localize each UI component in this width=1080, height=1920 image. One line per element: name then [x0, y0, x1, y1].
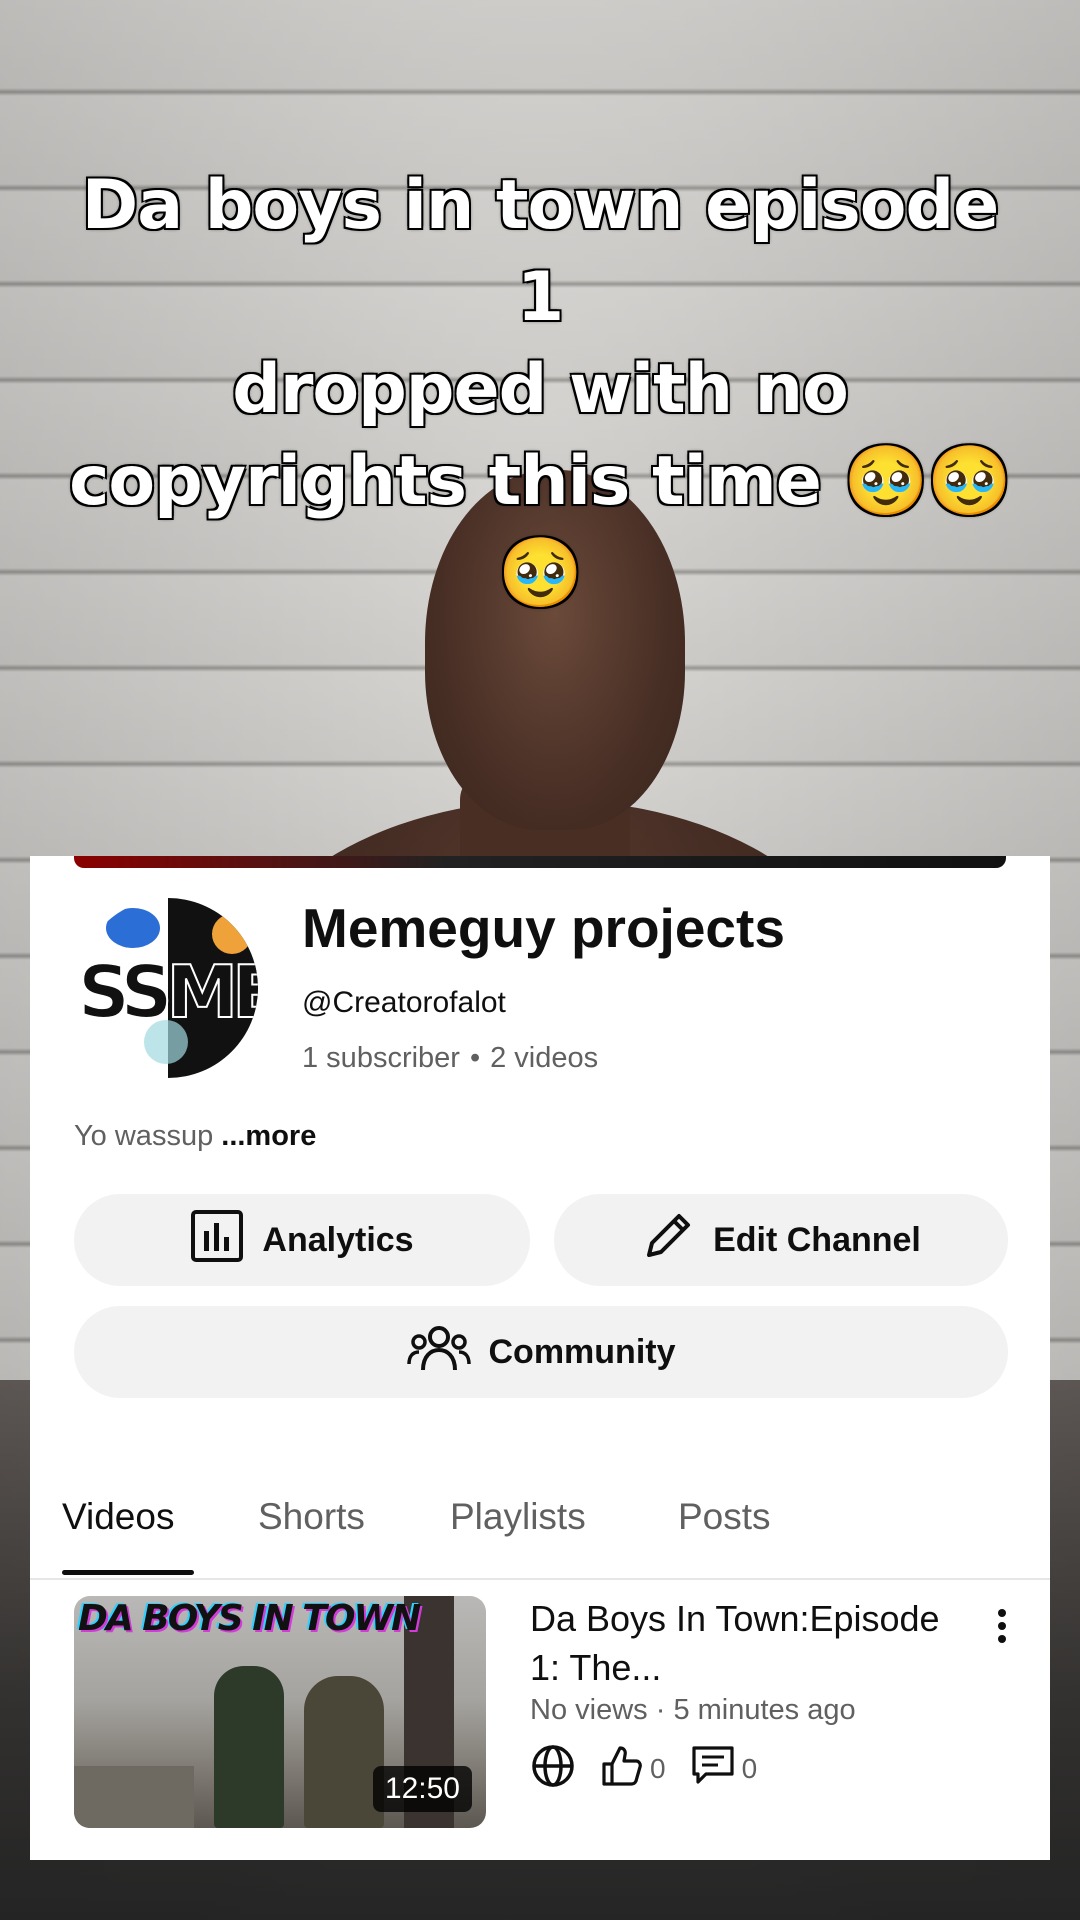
more-link[interactable]: ...more	[221, 1120, 316, 1152]
thumbs-up-icon	[600, 1744, 644, 1795]
visibility-public	[530, 1743, 576, 1796]
separator-dot: •	[469, 1042, 481, 1074]
community-button[interactable]: Community	[74, 1306, 1008, 1398]
video-duration: 12:50	[372, 1766, 472, 1812]
video-title[interactable]: Da Boys In Town:Episode 1: The...	[530, 1594, 950, 1692]
video-views: No views	[530, 1694, 648, 1726]
channel-card: SSMES Memeguy projects @Creatorofalot 1 …	[30, 856, 1050, 1860]
community-icon	[406, 1322, 471, 1383]
video-list-item[interactable]: DA BOYS IN TOWN 12:50 Da Boys In Town:Ep…	[30, 1586, 1050, 1836]
thumb-figure-right	[304, 1676, 384, 1828]
likes-stat: 0	[600, 1744, 666, 1795]
thumb-house	[74, 1766, 194, 1828]
video-stats-row: 0 0	[530, 1744, 781, 1795]
tab-shorts[interactable]: Shorts	[258, 1496, 365, 1538]
caption-line-2: dropped with no	[232, 350, 849, 429]
channel-avatar[interactable]: SSMES	[78, 898, 258, 1078]
meta-separator: ·	[655, 1694, 674, 1726]
edit-channel-button[interactable]: Edit Channel	[554, 1194, 1008, 1286]
thumbnail-title-text: DA BOYS IN TOWN	[78, 1598, 421, 1639]
likes-count: 0	[650, 1753, 666, 1784]
tab-playlists[interactable]: Playlists	[450, 1496, 586, 1538]
analytics-button[interactable]: Analytics	[74, 1194, 530, 1286]
community-label: Community	[488, 1332, 676, 1371]
globe-icon	[530, 1743, 576, 1796]
thumb-figure-left	[214, 1666, 284, 1828]
video-caption: Da boys in town episode 1 dropped with n…	[60, 160, 1020, 620]
avatar-logo-text: SSMES	[78, 949, 258, 1035]
analytics-icon	[190, 1209, 244, 1272]
pencil-icon	[641, 1209, 695, 1272]
channel-description[interactable]: Yo wassup ...more	[74, 1120, 316, 1153]
video-count: 2 videos	[490, 1042, 599, 1074]
video-age: 5 minutes ago	[673, 1694, 856, 1726]
more-vertical-icon[interactable]	[996, 1608, 1008, 1644]
avatar-blue-mark	[106, 908, 160, 948]
caption-line-3: copyrights this time 🥹🥹	[69, 442, 1012, 521]
description-text: Yo wassup	[74, 1120, 214, 1152]
channel-name: Memeguy projects	[302, 897, 785, 959]
playback-progress-bar	[74, 856, 1006, 868]
video-meta: No views · 5 minutes ago	[530, 1694, 856, 1727]
caption-line-1: Da boys in town episode 1	[81, 166, 999, 337]
comment-icon	[690, 1744, 736, 1795]
analytics-label: Analytics	[262, 1220, 414, 1259]
subscriber-count: 1 subscriber	[302, 1042, 460, 1074]
channel-stats: 1 subscriber • 2 videos	[302, 1042, 598, 1075]
edit-channel-label: Edit Channel	[713, 1220, 921, 1259]
comments-stat: 0	[690, 1744, 758, 1795]
channel-tabs: Videos Shorts Playlists Posts	[30, 1468, 1050, 1580]
active-tab-indicator	[62, 1570, 194, 1575]
tab-posts[interactable]: Posts	[678, 1496, 771, 1538]
tab-videos[interactable]: Videos	[62, 1496, 174, 1538]
video-thumbnail[interactable]: DA BOYS IN TOWN 12:50	[74, 1596, 486, 1828]
comments-count: 0	[741, 1753, 758, 1784]
avatar-orange-mark	[212, 914, 252, 954]
channel-handle: @Creatorofalot	[302, 986, 506, 1019]
caption-line-4: 🥹	[498, 534, 583, 613]
